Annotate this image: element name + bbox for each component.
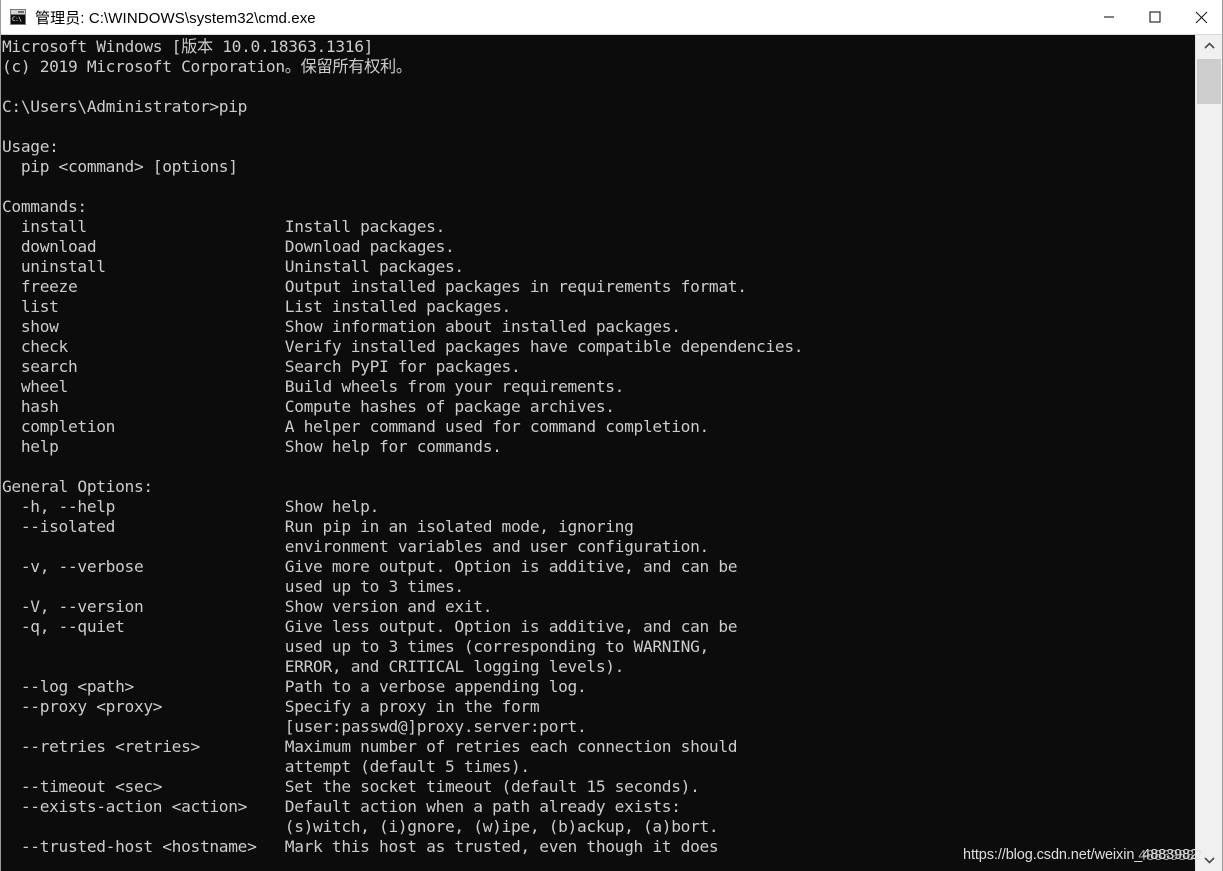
cmd-app-icon: C:\ <box>10 9 26 25</box>
scroll-up-button[interactable] <box>1196 35 1222 57</box>
watermark: https://blog.csdn.net/weixin_4883982 488… <box>963 847 1202 864</box>
chevron-up-icon <box>1203 42 1215 49</box>
scrollbar-thumb[interactable] <box>1197 59 1221 104</box>
vertical-scrollbar[interactable] <box>1195 35 1222 871</box>
cmd-window: C:\ 管理员: C:\WINDOWS\system32\cmd.exe Mic… <box>0 0 1223 871</box>
console-text: Microsoft Windows [版本 10.0.18363.1316] (… <box>2 37 804 856</box>
watermark-overlay-text: 48839882 <box>1138 848 1202 864</box>
close-icon <box>1195 11 1207 23</box>
maximize-icon <box>1149 11 1161 23</box>
title-bar[interactable]: C:\ 管理员: C:\WINDOWS\system32\cmd.exe <box>1 0 1222 35</box>
minimize-icon <box>1104 16 1114 18</box>
icon-screen-text: C:\ <box>11 15 25 24</box>
minimize-button[interactable] <box>1086 0 1132 34</box>
window-title: 管理员: C:\WINDOWS\system32\cmd.exe <box>35 9 316 27</box>
chevron-down-icon <box>1203 857 1215 864</box>
maximize-button[interactable] <box>1132 0 1178 34</box>
window-controls <box>1086 0 1222 34</box>
close-button[interactable] <box>1178 0 1222 34</box>
console-output-area[interactable]: Microsoft Windows [版本 10.0.18363.1316] (… <box>1 35 1196 871</box>
